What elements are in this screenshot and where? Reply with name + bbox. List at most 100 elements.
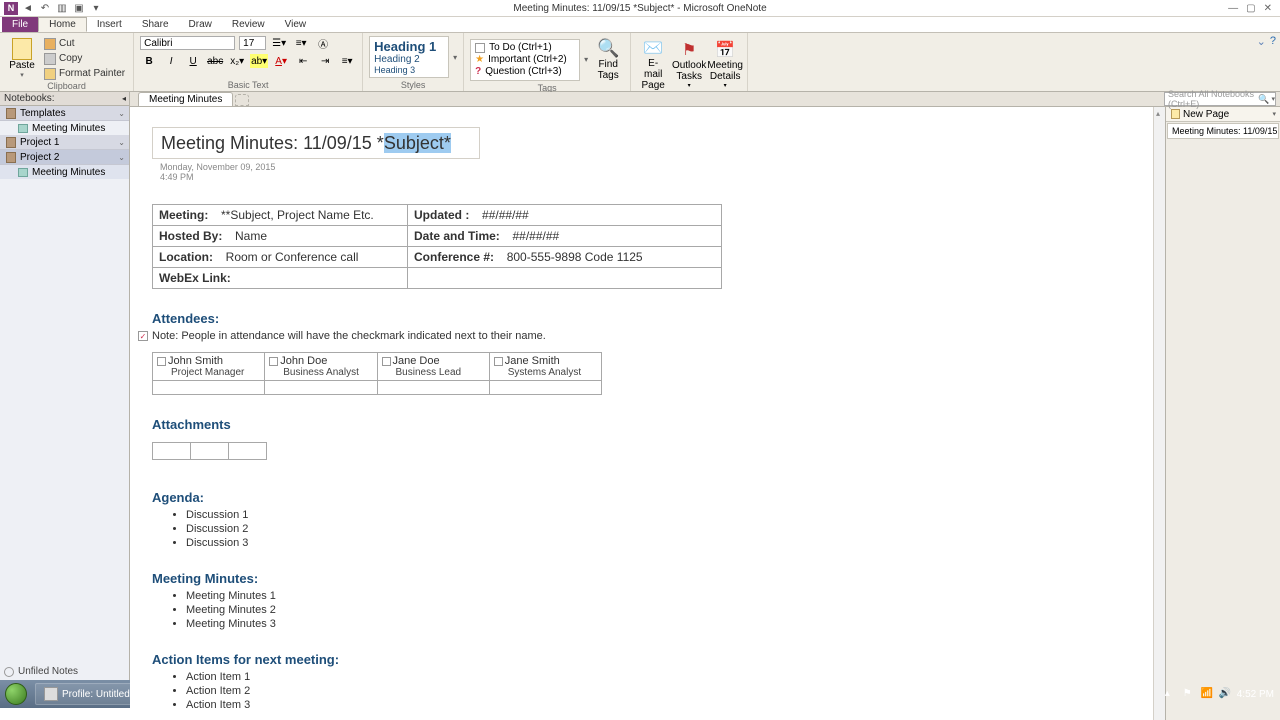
ribbon-collapse-icon[interactable]: ⌄: [1257, 35, 1266, 48]
undo-icon[interactable]: ↶: [38, 2, 52, 15]
fullpage-icon[interactable]: ▣: [72, 2, 86, 15]
attachments-heading: Attachments: [152, 417, 1131, 432]
help-icon[interactable]: ?: [1270, 35, 1276, 48]
chevron-down-icon[interactable]: ▾: [1272, 110, 1276, 118]
meeting-info-table[interactable]: Meeting: **Subject, Project Name Etc. Up…: [152, 204, 722, 289]
vertical-scrollbar[interactable]: [1153, 107, 1165, 720]
collapse-icon[interactable]: ◂: [122, 94, 126, 103]
action-items-list[interactable]: Action Item 1 Action Item 2 Action Item …: [186, 671, 1131, 711]
unfiled-icon: [4, 667, 14, 677]
paste-button[interactable]: Paste ▾: [6, 36, 38, 81]
file-tab[interactable]: File: [2, 17, 38, 32]
tab-share[interactable]: Share: [132, 17, 179, 32]
notebook-templates[interactable]: Templates ⌄: [0, 106, 129, 121]
attendees-heading: Attendees:: [152, 311, 1131, 326]
meeting-details-button[interactable]: 📅Meeting Details▾: [709, 38, 741, 91]
notebooks-header[interactable]: Notebooks:◂: [0, 92, 129, 106]
align-button[interactable]: ≡▾: [338, 54, 356, 68]
tag-important[interactable]: ★Important (Ctrl+2): [475, 54, 575, 66]
page-title[interactable]: Meeting Minutes: 11/09/15 *Subject*: [161, 132, 451, 154]
qat-customize-icon[interactable]: ▾: [89, 2, 103, 15]
email-page-button[interactable]: ✉️E-mail Page: [637, 36, 669, 93]
unfiled-notes[interactable]: Unfiled Notes: [4, 666, 78, 677]
network-icon[interactable]: 📶: [1201, 688, 1213, 700]
checkbox-icon[interactable]: [157, 357, 166, 366]
flag-icon[interactable]: ⚑: [1183, 688, 1195, 700]
tab-home[interactable]: Home: [38, 17, 87, 32]
checkbox-icon[interactable]: ✓: [138, 331, 148, 341]
underline-button[interactable]: U: [184, 54, 202, 68]
attachments-table[interactable]: [152, 442, 267, 460]
search-scope-icon[interactable]: ▾: [1271, 95, 1275, 103]
outlook-tasks-button[interactable]: ⚑Outlook Tasks▾: [673, 38, 705, 91]
checkbox-icon[interactable]: [269, 357, 278, 366]
tab-draw[interactable]: Draw: [179, 17, 222, 32]
checkbox-icon[interactable]: [382, 357, 391, 366]
chevron-down-icon[interactable]: ⌄: [118, 109, 125, 118]
styles-gallery[interactable]: Heading 1 Heading 2 Heading 3: [369, 36, 449, 78]
style-heading2[interactable]: Heading 2: [374, 54, 448, 65]
minutes-list[interactable]: Meeting Minutes 1 Meeting Minutes 2 Meet…: [186, 590, 1131, 630]
search-input[interactable]: Search All Notebooks (Ctrl+E) 🔍 ▾: [1164, 92, 1276, 106]
section-meeting-minutes-templates[interactable]: Meeting Minutes: [0, 121, 129, 135]
flag-icon: ⚑: [682, 40, 696, 60]
font-size-combo[interactable]: 17: [239, 36, 266, 50]
dock-icon[interactable]: ▥: [55, 2, 69, 15]
italic-button[interactable]: I: [162, 54, 180, 68]
page-canvas[interactable]: Meeting Minutes: 11/09/15 *Subject* Mond…: [130, 107, 1153, 720]
clock[interactable]: 4:52 PM: [1237, 689, 1274, 700]
attendees-note: ✓ Note: People in attendance will have t…: [152, 330, 1131, 342]
numbering-icon[interactable]: ≡▾: [292, 36, 310, 50]
highlight-button[interactable]: ab▾: [250, 54, 268, 68]
system-tray[interactable]: ▴ ⚑ 📶 🔊 4:52 PM: [1165, 688, 1280, 700]
style-heading3[interactable]: Heading 3: [374, 65, 448, 75]
copy-button[interactable]: Copy: [42, 52, 127, 66]
chevron-down-icon[interactable]: ⌄: [118, 153, 125, 162]
page-list-item[interactable]: Meeting Minutes: 11/09/15 *Su: [1167, 123, 1279, 139]
start-button[interactable]: [0, 680, 32, 708]
bold-button[interactable]: B: [140, 54, 158, 68]
selected-text: Subject*: [384, 133, 451, 153]
add-section-button[interactable]: [235, 94, 249, 106]
page-title-container[interactable]: Meeting Minutes: 11/09/15 *Subject*: [152, 127, 480, 159]
bullets-icon[interactable]: ☰▾: [270, 36, 288, 50]
attendees-table[interactable]: John SmithProject Manager John DoeBusine…: [152, 352, 602, 395]
subscript-button[interactable]: x₂▾: [228, 54, 246, 68]
search-icon: 🔍: [1258, 94, 1269, 105]
chevron-down-icon[interactable]: ⌄: [118, 138, 125, 147]
font-name-combo[interactable]: Calibri: [140, 36, 235, 50]
find-tags-button[interactable]: 🔍 Find Tags: [592, 36, 624, 83]
indent-button[interactable]: ⇥: [316, 54, 334, 68]
tab-insert[interactable]: Insert: [87, 17, 132, 32]
minimize-icon[interactable]: —: [1228, 3, 1238, 14]
back-icon[interactable]: ◄: [21, 2, 35, 15]
tray-up-icon[interactable]: ▴: [1165, 688, 1177, 700]
cut-button[interactable]: Cut: [42, 37, 127, 51]
tags-gallery[interactable]: To Do (Ctrl+1) ★Important (Ctrl+2) ?Ques…: [470, 39, 580, 81]
style-heading1[interactable]: Heading 1: [374, 39, 448, 54]
maximize-icon[interactable]: ▢: [1246, 3, 1255, 14]
search-icon: 🔍: [597, 38, 619, 59]
group-label: Styles: [369, 80, 457, 91]
tab-view[interactable]: View: [275, 17, 317, 32]
outdent-button[interactable]: ⇤: [294, 54, 312, 68]
strike-button[interactable]: abc: [206, 54, 224, 68]
clear-format-icon[interactable]: Ⓐ: [314, 36, 332, 50]
section-tab-meeting-minutes[interactable]: Meeting Minutes: [138, 92, 233, 106]
close-icon[interactable]: ✕: [1264, 3, 1272, 14]
notebook-project2[interactable]: Project 2 ⌄: [0, 150, 129, 165]
checkbox-icon[interactable]: [494, 357, 503, 366]
tab-review[interactable]: Review: [222, 17, 275, 32]
new-page-button[interactable]: New Page ▾: [1166, 107, 1280, 122]
envelope-icon: ✉️: [643, 38, 663, 58]
agenda-list[interactable]: Discussion 1 Discussion 2 Discussion 3: [186, 509, 1131, 549]
font-color-button[interactable]: A▾: [272, 54, 290, 68]
tag-todo[interactable]: To Do (Ctrl+1): [475, 42, 575, 54]
tag-question[interactable]: ?Question (Ctrl+3): [475, 66, 575, 78]
tags-more-icon[interactable]: ▾: [584, 55, 588, 64]
volume-icon[interactable]: 🔊: [1219, 688, 1231, 700]
format-painter-button[interactable]: Format Painter: [42, 67, 127, 81]
section-meeting-minutes-project2[interactable]: Meeting Minutes: [0, 165, 129, 179]
notebook-project1[interactable]: Project 1 ⌄: [0, 135, 129, 150]
styles-more-icon[interactable]: ▾: [453, 53, 457, 62]
